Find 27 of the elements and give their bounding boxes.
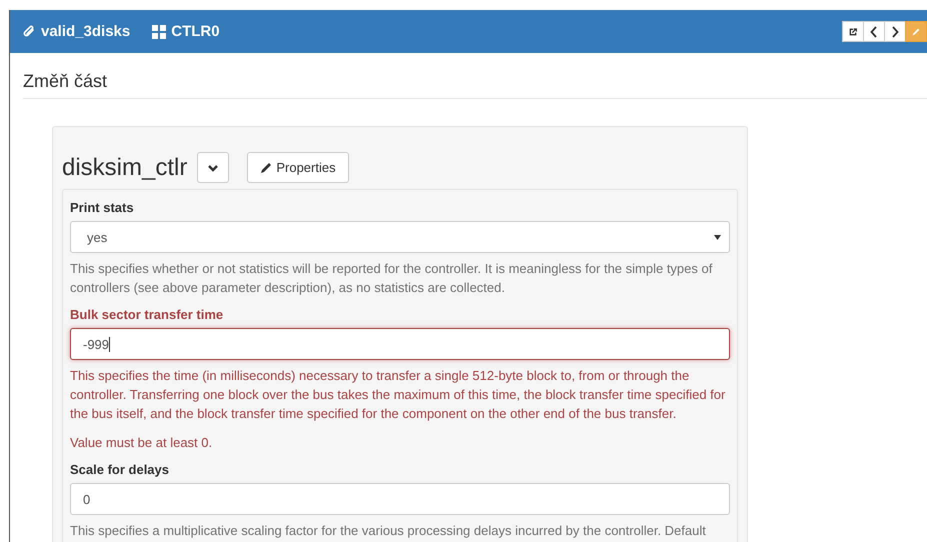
dropdown-button[interactable] [197, 152, 230, 183]
paperclip-icon [22, 24, 36, 38]
component-name[interactable]: CTLR0 [171, 23, 220, 40]
component-title: disksim_ctlr [62, 154, 188, 182]
chevron-right-icon [891, 26, 899, 38]
field-label: Scale for delays [70, 462, 170, 477]
next-button[interactable] [884, 21, 906, 42]
grid-icon [152, 24, 166, 38]
help-text: This specifies a multiplicative scaling factor for the various processing delays incurred by the controller. Default [70, 522, 707, 540]
previous-button[interactable] [863, 21, 885, 42]
pencil-icon [260, 162, 272, 174]
field-label: Bulk sector transfer time [70, 307, 224, 322]
properties-button[interactable]: Properties [247, 152, 349, 183]
input-field[interactable]: 0 [70, 483, 730, 515]
project-name[interactable]: valid_3disks [41, 23, 130, 40]
help-text: This specifies the time (in milliseconds) necessary to transfer a single 512-byte block to, from or through the controller. Transferring one block over the bus takes the maximum of this time, the block transfer time specified for the bus itself, and the block transfer time specified for the component on the other end of the bus transfer. [70, 367, 726, 423]
select-field[interactable]: yes [70, 221, 730, 253]
chevron-down-icon [208, 164, 218, 172]
dropdown-caret-icon [714, 234, 721, 240]
help-text: This specifies whether or not statistics will be reported for the controller. It is meaningless for the simple types of controllers (see above parameter description), as no statistics are collected. [70, 260, 714, 297]
input-field[interactable]: -999 [70, 328, 730, 360]
share-button[interactable] [842, 21, 864, 42]
field-label: Print stats [70, 200, 135, 215]
page-title: Změň část [23, 53, 927, 99]
error-message: Value must be at least 0. [70, 434, 214, 452]
chevron-left-icon [870, 26, 878, 38]
share-icon [849, 26, 857, 38]
